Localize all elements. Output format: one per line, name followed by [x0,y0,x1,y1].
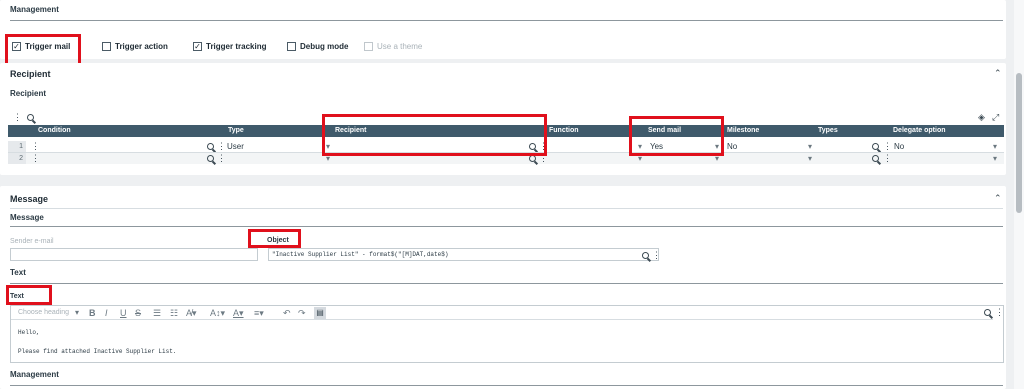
numbered-list-icon[interactable]: ☷ [170,308,178,319]
milestone-value[interactable]: No [727,141,737,152]
divider [10,208,1003,209]
highlight-send-mail-column [629,116,724,156]
divider [10,385,1003,386]
search-icon[interactable] [27,114,34,121]
bulleted-list-icon[interactable]: ☰ [153,308,161,319]
debug-mode-checkbox[interactable] [287,42,296,51]
message-panel: Message ⌃ Message Sender e-mail Object "… [0,186,1006,389]
underline-icon[interactable]: U [120,308,127,318]
redo-icon[interactable]: ↷ [298,308,306,319]
recipient-block-title: Recipient [10,89,47,98]
message-section-title: Message [10,194,49,204]
object-lookup-icon[interactable] [642,252,649,259]
text-block-title: Text [10,268,26,277]
divider [10,20,1003,21]
rich-text-editor[interactable]: Choose heading B I U S ☰ ☷ A̸▾ A↕▾ A▾ ≡▾… [10,305,1004,363]
highlight-recipient-column [322,114,547,156]
col-types[interactable]: Types [818,125,838,137]
col-milestone[interactable]: Milestone [727,125,759,137]
object-value: "Inactive Supplier List" - format$("[M]D… [272,251,449,258]
editor-line: Please find attached Inactive Supplier L… [18,348,177,355]
bold-icon[interactable]: B [89,308,96,318]
highlight-text-label [6,285,52,305]
delegate-value[interactable]: No [894,141,904,152]
heading-select[interactable]: Choose heading [18,309,69,316]
italic-icon[interactable]: I [105,308,108,318]
divider [10,283,1003,284]
management-bottom-title: Management [10,370,59,379]
editor-line: Hello, [18,329,40,336]
editor-toolbar: Choose heading B I U S ☰ ☷ A̸▾ A↕▾ A▾ ≡▾… [11,306,993,320]
object-field[interactable]: "Inactive Supplier List" - format$("[M]D… [268,248,661,261]
highlight-icon[interactable]: A̸▾ [186,308,197,319]
collapse-icon[interactable]: ⌃ [994,193,1002,204]
message-block-title: Message [10,213,44,222]
col-condition[interactable]: Condition [38,125,71,137]
types-lookup-icon[interactable] [872,143,879,150]
management-panel: Management ✓ Trigger mail Trigger action… [0,0,1006,59]
types-lookup-icon[interactable] [872,155,879,162]
highlight-trigger-mail [5,34,81,66]
management-title: Management [10,5,59,14]
recipient-section-title: Recipient [10,69,51,79]
type-lookup-icon[interactable] [207,143,214,150]
row-number: 1 [8,141,26,152]
trigger-action-checkbox[interactable] [102,42,111,51]
sender-email-field[interactable] [10,248,258,261]
layers-icon[interactable]: ◈ [978,112,985,123]
align-icon[interactable]: ≡▾ [254,308,264,319]
trigger-tracking-label: Trigger tracking [206,42,267,51]
type-value[interactable]: User [227,141,244,152]
use-theme-label: Use a theme [377,42,423,51]
highlight-object-label [248,229,301,248]
col-function[interactable]: Function [549,125,579,137]
trigger-tracking-checkbox[interactable]: ✓ [193,42,202,51]
undo-icon[interactable]: ↶ [283,308,291,319]
col-type[interactable]: Type [228,125,244,137]
divider [10,226,1003,227]
font-color-icon[interactable]: A▾ [233,308,244,319]
trigger-action-label: Trigger action [115,42,168,51]
row-number: 2 [8,153,26,164]
recipient-lookup-icon[interactable] [529,155,536,162]
sender-email-label: Sender e-mail [10,238,54,245]
col-delegate[interactable]: Delegate option [893,125,946,137]
font-size-icon[interactable]: A↕▾ [210,308,225,319]
strikethrough-icon[interactable]: S [135,308,141,318]
editor-lookup-icon[interactable] [984,309,991,316]
scrollbar-thumb[interactable] [1016,73,1022,213]
debug-mode-label: Debug mode [300,42,349,51]
expand-icon[interactable]: ⤢ [992,112,999,123]
source-icon[interactable]: ▤ [314,307,326,319]
collapse-icon[interactable]: ⌃ [994,68,1002,79]
use-theme-checkbox [364,42,373,51]
type-lookup-icon[interactable] [207,155,214,162]
